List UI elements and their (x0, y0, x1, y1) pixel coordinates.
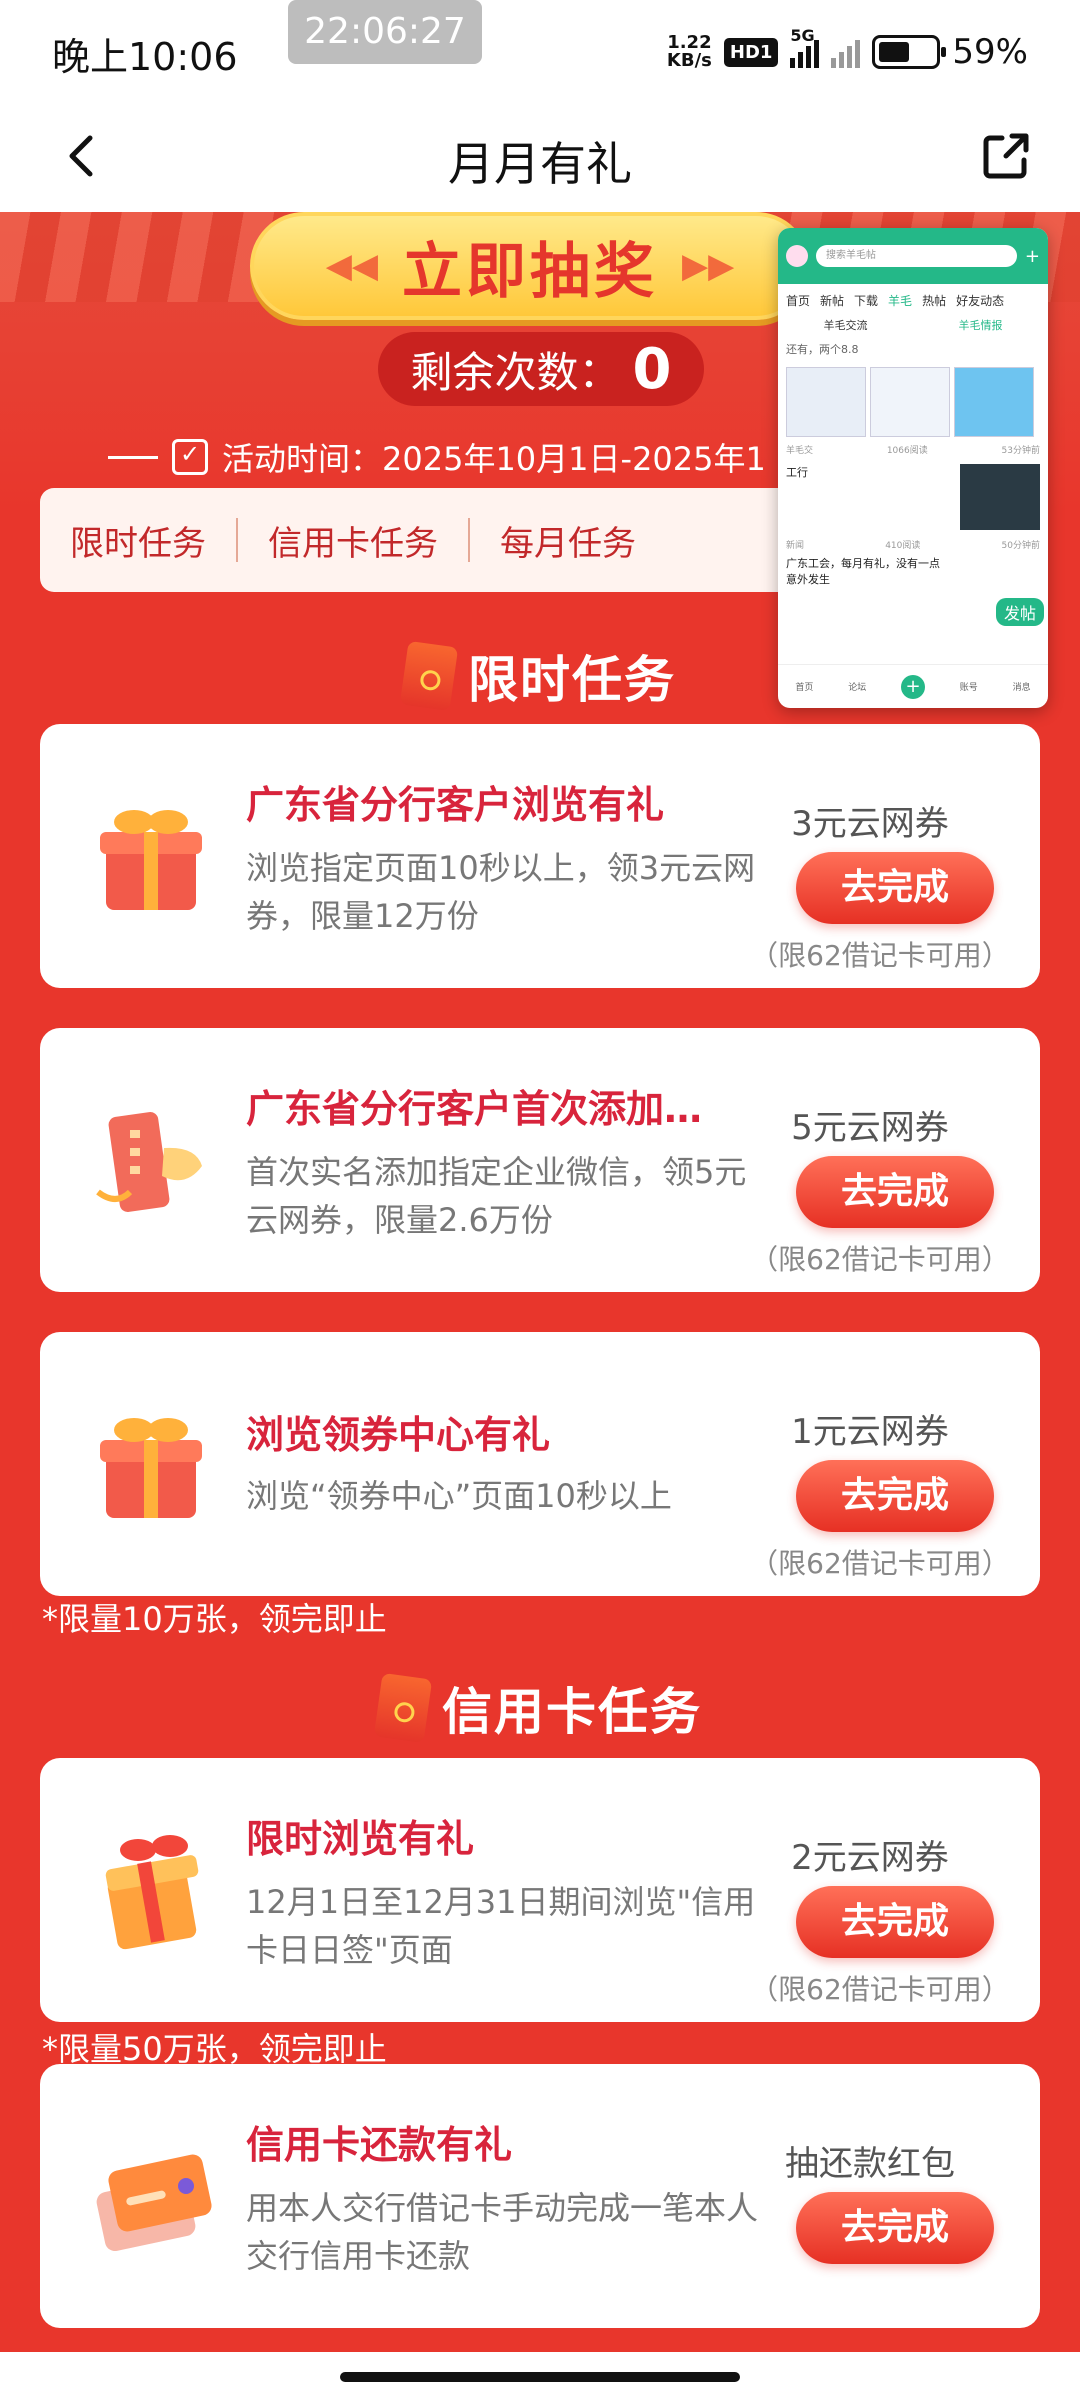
task-card: 广东省分行客户浏览有礼 浏览指定页面10秒以上，领3元云网券，限量12万份 3元… (40, 724, 1040, 988)
complete-button[interactable]: 去完成 (796, 1886, 994, 1958)
plus-icon[interactable]: + (1025, 246, 1040, 267)
floating-app-window[interactable]: 搜索羊毛帖 + 首页 新帖 下载 羊毛 热帖 好友动态 羊毛交流 羊毛情报 还有… (778, 228, 1048, 708)
card-coupon-icon (96, 1112, 202, 1212)
battery-percent: 59% (952, 32, 1028, 72)
complete-button[interactable]: 去完成 (796, 852, 994, 924)
status-icons: 1.22 KB/s HD1 5G 59% (666, 26, 1028, 74)
tab-monthly[interactable]: 每月任务 (470, 516, 666, 565)
task-reward: 2元云网券 (791, 1838, 949, 1878)
section-header-credit: 信用卡任务 (0, 1668, 1080, 1748)
gift-box-icon (100, 810, 202, 910)
task-reward: 3元云网券 (791, 804, 949, 844)
complete-button[interactable]: 去完成 (796, 1156, 994, 1228)
calendar-icon (172, 439, 208, 475)
task-description: 浏览“领券中心”页面10秒以上 (246, 1477, 672, 1515)
avatar[interactable] (786, 245, 808, 267)
tab-credit-card[interactable]: 信用卡任务 (238, 516, 468, 565)
task-title: 广东省分行客户首次添加… (246, 1087, 703, 1131)
share-icon (983, 133, 1029, 179)
right-arrows-icon: ▶▶ (682, 246, 735, 286)
task-description: 12月1日至12月31日期间浏览"信用卡日日签"页面 (246, 1883, 756, 1969)
home-indicator[interactable] (340, 2372, 740, 2382)
task-note: （限62借记卡可用） (750, 1243, 1010, 1276)
task-note: （限62借记卡可用） (750, 1973, 1010, 2006)
search-input[interactable]: 搜索羊毛帖 (816, 245, 1017, 267)
left-arrows-icon: ◀◀ (325, 246, 378, 286)
floating-tabs: 首页 新帖 下载 羊毛 热帖 好友动态 (786, 294, 1005, 308)
task-title: 浏览领券中心有礼 (246, 1413, 551, 1457)
floating-thumbnails (778, 361, 1048, 443)
task-description: 首次实名添加指定企业微信，领5元云网券，限量2.6万份 (246, 1153, 747, 1239)
task-reward: 5元云网券 (791, 1108, 949, 1148)
draw-lottery-button[interactable]: ◀◀ 立即抽奖 ▶▶ (250, 212, 810, 320)
task-description: 浏览指定页面10秒以上，领3元云网券，限量12万份 (246, 849, 756, 935)
task-note: （限62借记卡可用） (750, 939, 1010, 972)
task-note: （限62借记卡可用） (750, 1547, 1010, 1580)
signal-icon: 5G (790, 26, 820, 68)
hd-icon: HD1 (723, 37, 779, 67)
task-description: 用本人交行借记卡手动完成一笔本人交行信用卡还款 (246, 2189, 759, 2275)
task-card: 信用卡还款有礼 用本人交行借记卡手动完成一笔本人交行信用卡还款 抽还款红包 去完… (40, 2064, 1040, 2328)
post-button[interactable]: 发帖 (995, 598, 1044, 626)
share-button[interactable] (976, 126, 1036, 186)
page-title: 月月有礼 (448, 137, 632, 191)
task-card: 限时浏览有礼 12月1日至12月31日期间浏览"信用卡日日签"页面 2元云网券 … (40, 1758, 1040, 2022)
task-title: 信用卡还款有礼 (246, 2123, 513, 2167)
gift-box-icon (105, 1835, 199, 1950)
red-envelope-icon (399, 640, 459, 712)
battery-icon (872, 35, 947, 69)
limit-note: *限量10万张，领完即止 (42, 1600, 387, 1638)
floating-bottom-nav: 首页 论坛 + 账号 消息 (778, 664, 1048, 708)
screen-record-timer: 22:06:27 (288, 0, 482, 64)
task-card: 广东省分行客户首次添加… 首次实名添加指定企业微信，领5元云网券，限量2.6万份… (40, 1028, 1040, 1292)
complete-button[interactable]: 去完成 (796, 1460, 994, 1532)
nav-bar: 月月有礼 (0, 100, 1080, 212)
status-time: 晚上10:06 (52, 35, 238, 79)
task-reward: 1元云网券 (791, 1412, 949, 1452)
status-bar: 晚上10:06 22:06:27 1.22 KB/s HD1 5G 59% (0, 0, 1080, 100)
credit-card-icon (96, 2154, 212, 2252)
floating-subtabs: 羊毛交流 羊毛情报 (823, 319, 1003, 332)
floating-header: 搜索羊毛帖 + (778, 228, 1048, 284)
task-card: 浏览领券中心有礼 浏览“领券中心”页面10秒以上 1元云网券 去完成 （限62借… (40, 1332, 1040, 1596)
signal-2-icon (831, 36, 861, 68)
remaining-count-badge: 剩余次数： 0 (378, 332, 704, 406)
plus-icon[interactable]: + (900, 674, 925, 699)
red-envelope-icon (373, 1672, 433, 1744)
task-reward: 抽还款红包 (785, 2144, 955, 2184)
task-title: 广东省分行客户浏览有礼 (246, 783, 665, 827)
net-speed: 1.22 KB/s (666, 32, 712, 71)
activity-period: 活动时间：2025年10月1日-2025年1 (108, 434, 788, 480)
task-title: 限时浏览有礼 (246, 1817, 475, 1861)
tab-limited[interactable]: 限时任务 (40, 516, 236, 565)
gift-box-icon (100, 1418, 202, 1518)
complete-button[interactable]: 去完成 (796, 2192, 994, 2264)
